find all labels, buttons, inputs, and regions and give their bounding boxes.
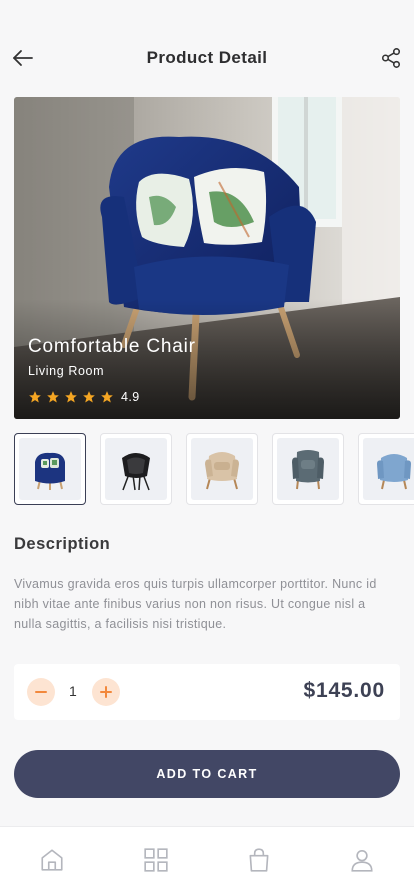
- thumbnail-gallery: [14, 433, 414, 505]
- black-shell-chair-image: [122, 453, 150, 491]
- thumbnail-navy-armchair[interactable]: [14, 433, 86, 505]
- share-button[interactable]: [376, 43, 406, 73]
- bottom-tab-bar: [0, 826, 414, 896]
- light-blue-armchair-image: [377, 454, 411, 490]
- grey-wingback-chair-image: [292, 450, 324, 490]
- decrease-quantity-button[interactable]: [27, 678, 55, 706]
- product-price: $145.00: [303, 679, 385, 702]
- arrow-left-icon: [13, 50, 33, 66]
- grid-icon: [144, 848, 168, 872]
- product-category: Living Room: [28, 364, 105, 378]
- thumbnail-black-shell-chair[interactable]: [100, 433, 172, 505]
- description-heading: Description: [14, 535, 111, 553]
- tab-cart[interactable]: [244, 845, 274, 875]
- navy-armchair-image: [35, 452, 65, 490]
- product-hero-image: Comfortable Chair Living Room 4.9: [14, 97, 400, 419]
- quantity-value: 1: [69, 683, 77, 699]
- tab-home[interactable]: [37, 845, 67, 875]
- app-header: Product Detail: [0, 36, 414, 80]
- star-icon: [47, 391, 59, 403]
- add-to-cart-button[interactable]: ADD TO CART: [14, 750, 400, 798]
- thumbnail-grey-wingback-chair[interactable]: [272, 433, 344, 505]
- product-description: Vivamus gravida eros quis turpis ullamco…: [14, 577, 377, 631]
- product-rating: 4.9: [28, 390, 140, 404]
- page-title: Product Detail: [146, 48, 268, 67]
- quantity-price-card: 1 $145.00: [14, 664, 400, 720]
- star-icon: [101, 391, 113, 403]
- star-icon: [29, 391, 41, 403]
- minus-icon: [35, 691, 47, 693]
- share-icon: [381, 48, 401, 68]
- thumbnail-beige-wingback-chair[interactable]: [186, 433, 258, 505]
- product-name: Comfortable Chair: [28, 336, 196, 357]
- back-button[interactable]: [8, 43, 38, 73]
- rating-value: 4.9: [121, 390, 140, 404]
- tab-categories[interactable]: [141, 845, 171, 875]
- star-icon: [83, 391, 95, 403]
- increase-quantity-button[interactable]: [92, 678, 120, 706]
- user-icon: [351, 849, 373, 872]
- thumbnail-light-blue-armchair[interactable]: [358, 433, 414, 505]
- plus-icon: [100, 686, 112, 698]
- shopping-bag-icon: [249, 848, 269, 872]
- star-icon: [65, 391, 77, 403]
- home-icon: [41, 849, 63, 871]
- beige-wingback-chair-image: [205, 452, 239, 490]
- tab-profile[interactable]: [347, 845, 377, 875]
